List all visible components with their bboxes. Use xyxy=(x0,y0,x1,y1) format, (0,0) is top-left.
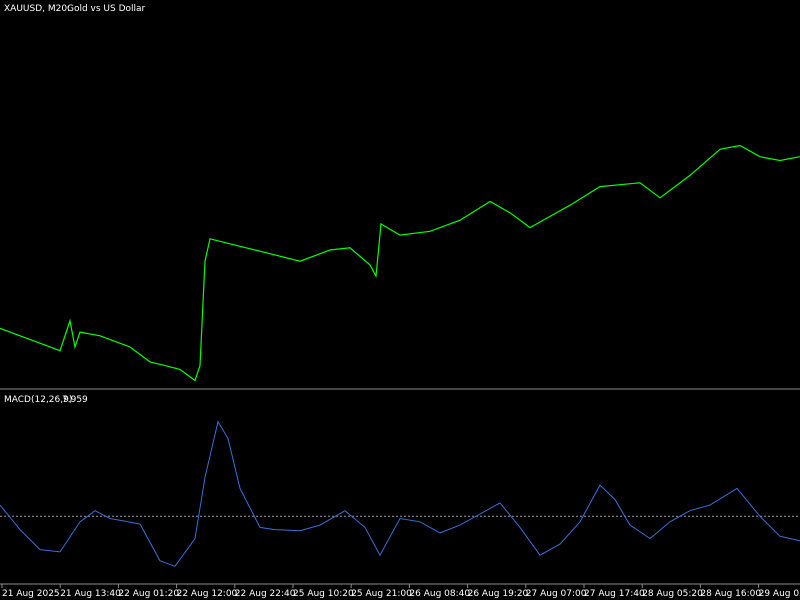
x-tick-label: 22 Aug 01:20 xyxy=(118,589,179,599)
x-tick-label: 27 Aug 07:00 xyxy=(526,589,587,599)
x-tick-label: 21 Aug 13:40 xyxy=(60,589,121,599)
x-tick-label: 26 Aug 08:40 xyxy=(409,589,470,599)
x-tick-label: 26 Aug 19:20 xyxy=(468,589,529,599)
x-tick-label: 22 Aug 12:00 xyxy=(177,589,238,599)
x-tick-label: 25 Aug 10:20 xyxy=(293,589,354,599)
x-tick-label: 21 Aug 2025 xyxy=(2,589,60,599)
x-tick-label: 28 Aug 16:00 xyxy=(700,589,761,599)
symbol-description: Gold vs US Dollar xyxy=(67,4,146,14)
x-tick-label: 29 Aug 03: xyxy=(759,589,800,599)
chart-background xyxy=(0,0,800,600)
indicator-value: 7.959 xyxy=(62,395,88,405)
x-tick-label: 25 Aug 21:00 xyxy=(351,589,412,599)
x-tick-label: 28 Aug 05:20 xyxy=(642,589,703,599)
x-tick-label: 22 Aug 22:40 xyxy=(235,589,296,599)
trading-chart: XAUUSD, M20: Gold vs US Dollar MACD(12,2… xyxy=(0,0,800,600)
symbol-label: XAUUSD, M20: xyxy=(4,4,70,14)
x-tick-label: 27 Aug 17:40 xyxy=(584,589,645,599)
